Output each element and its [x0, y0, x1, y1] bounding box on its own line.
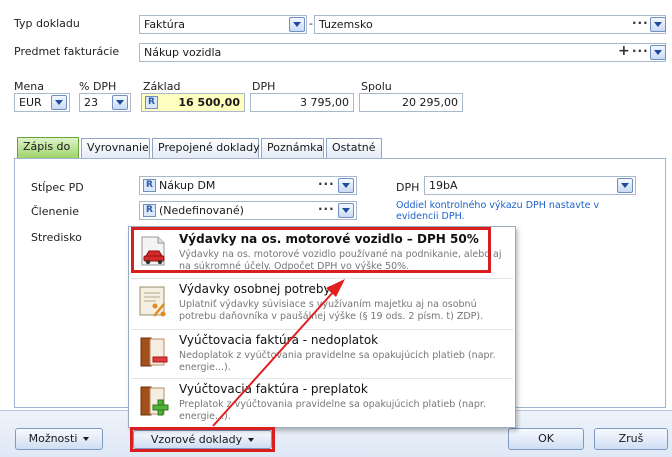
dph-pct-dropdown-button[interactable]	[112, 95, 128, 110]
spolu-input[interactable]: 20 295,00	[359, 93, 463, 112]
moznosti-button[interactable]: Možnosti	[15, 428, 103, 450]
stlpec-pd-label: Stĺpec PD	[31, 181, 84, 194]
tab-prepojene-doklady[interactable]: Prepojené doklady	[152, 138, 260, 158]
menu-item-desc: Uplatniť výdavky súvisiace s využívaním …	[179, 299, 484, 322]
tuzemsko-more-icon[interactable]: ···	[632, 16, 649, 30]
tuzemsko-dropdown-button[interactable]	[650, 17, 666, 32]
menu-item-title: Vyúčtovacia faktúra - nedoplatok	[179, 333, 379, 347]
predmet-input[interactable]: Nákup vozidla	[139, 43, 666, 62]
tuzemsko-select[interactable]: Tuzemsko	[314, 15, 666, 34]
menu-item-desc: Preplatok z vyúčtovania pravidelne sa op…	[179, 399, 486, 422]
binder-minus-icon	[140, 337, 168, 367]
panel-dph-value: 19bA	[429, 179, 458, 192]
predmet-add-icon[interactable]: +	[618, 43, 631, 59]
menu-item-vydavky-osobnej-potreby[interactable]: Výdavky osobnej potreby Uplatniť výdavky…	[129, 279, 515, 329]
predmet-label: Predmet fakturácie	[14, 45, 120, 58]
predmet-value: Nákup vozidla	[144, 46, 222, 59]
clenenie-r-badge-icon: R	[143, 204, 156, 217]
moznosti-chevron-down-icon	[83, 437, 90, 441]
menu-item-nedoplatok[interactable]: Vyúčtovacia faktúra - nedoplatok Nedopla…	[129, 330, 515, 378]
ok-button[interactable]: OK	[508, 428, 584, 450]
moznosti-label: Možnosti	[28, 432, 78, 445]
dph-label: DPH	[252, 80, 276, 93]
zaklad-r-badge-icon: R	[145, 96, 158, 109]
tuzemsko-value: Tuzemsko	[319, 18, 373, 31]
mena-label: Mena	[14, 80, 44, 93]
zaklad-label: Základ	[143, 80, 181, 93]
zaklad-value: 16 500,00	[178, 96, 240, 109]
typ-dokladu-label: Typ dokladu	[14, 17, 80, 30]
spolu-label: Spolu	[361, 80, 392, 93]
stlpec-dropdown-button[interactable]	[338, 178, 354, 193]
stredisko-label: Stredisko	[31, 231, 82, 244]
typ-dokladu-separator: -	[309, 17, 313, 30]
tab-vyrovnanie[interactable]: Vyrovnanie	[81, 138, 150, 158]
panel-dph-dropdown-button[interactable]	[617, 178, 633, 193]
dph-pct-label: % DPH	[79, 80, 117, 93]
highlight-box-vzorove-button	[130, 427, 275, 452]
predmet-more-icon[interactable]: ···	[632, 44, 649, 58]
typ-dokladu-select[interactable]: Faktúra	[139, 15, 307, 34]
typ-dokladu-value: Faktúra	[144, 18, 185, 31]
panel-dph-label: DPH	[396, 181, 420, 194]
menu-item-desc: Nedoplatok z vyúčtovania pravidelne sa o…	[179, 350, 496, 373]
tab-poznamka[interactable]: Poznámka	[261, 138, 324, 158]
stlpec-more-icon[interactable]: ···	[318, 177, 335, 191]
dph-note-link[interactable]: Oddiel kontrolného výkazu DPH nastavte v…	[396, 200, 641, 222]
dph-pct-value: 23	[84, 96, 98, 109]
stlpec-r-badge-icon: R	[143, 179, 156, 192]
spolu-value: 20 295,00	[402, 96, 458, 109]
clenenie-more-icon[interactable]: ···	[318, 202, 335, 216]
clenenie-label: Členenie	[31, 205, 80, 218]
typ-dokladu-dropdown-button[interactable]	[289, 17, 305, 32]
tab-zapis-do[interactable]: Zápis do	[17, 137, 79, 158]
predmet-dropdown-button[interactable]	[650, 45, 666, 60]
stlpec-pd-value: Nákup DM	[159, 179, 216, 192]
highlight-box-menu-item	[131, 227, 491, 273]
zrus-button[interactable]: Zruš	[594, 428, 668, 450]
mena-dropdown-button[interactable]	[51, 95, 67, 110]
dph-input[interactable]: 3 795,00	[250, 93, 354, 112]
menu-item-title: Výdavky osobnej potreby	[179, 282, 331, 296]
menu-item-title: Vyúčtovacia faktúra - preplatok	[179, 382, 368, 396]
clenenie-dropdown-button[interactable]	[338, 203, 354, 218]
menu-item-preplatok[interactable]: Vyúčtovacia faktúra - preplatok Preplato…	[129, 379, 515, 427]
percent-document-icon	[139, 286, 166, 317]
mena-value: EUR	[19, 96, 42, 109]
tab-ostatne[interactable]: Ostatné	[326, 138, 382, 158]
clenenie-value: (Nedefinované)	[159, 204, 244, 217]
dph-value: 3 795,00	[300, 96, 349, 109]
binder-plus-icon	[140, 386, 169, 416]
panel-dph-select[interactable]: 19bA	[424, 176, 636, 195]
